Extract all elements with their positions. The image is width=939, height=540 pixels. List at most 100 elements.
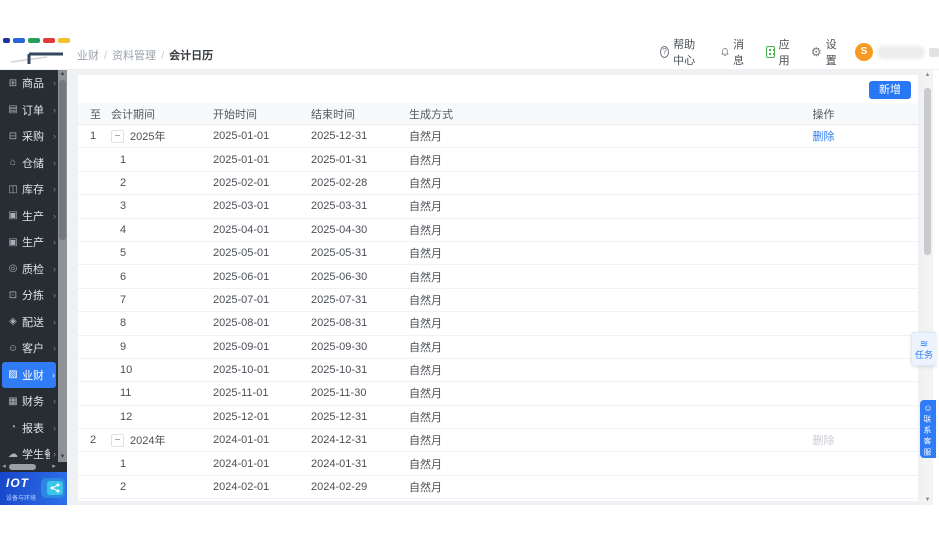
layers-icon: ≋	[919, 338, 929, 350]
help-label: 帮助中心	[673, 39, 696, 67]
cell-end-date: 2024-01-31	[311, 457, 368, 470]
cell-period-text: 1	[120, 457, 127, 470]
sidebar-item-财务[interactable]: ▦ 财务 ›	[0, 388, 58, 415]
chevron-right-icon: ›	[53, 343, 56, 354]
sidebar-item-生产[interactable]: ▣ 生产 ›	[0, 229, 58, 256]
cell-method: 自然月	[409, 201, 442, 214]
sidebar-item-label: 商品	[22, 78, 44, 91]
table-row: 11 2025-11-01 2025-11-30 自然月	[78, 382, 918, 406]
customer-service-tab[interactable]: ☺ 联系客服	[920, 400, 936, 458]
cell-end-date: 2025-09-30	[311, 340, 368, 353]
sidebar-item-仓储[interactable]: ⌂ 仓储 ›	[0, 150, 58, 177]
chevron-right-icon: ›	[53, 237, 56, 248]
col-header-method: 生成方式	[409, 108, 453, 121]
student-meal-icon: ☁	[8, 448, 18, 460]
table-row: 5 2025-05-01 2025-05-31 自然月	[78, 242, 918, 266]
cell-period: 8	[111, 317, 213, 329]
sidebar-item-label: 质检	[22, 263, 44, 276]
sidebar-vscroll-thumb[interactable]	[59, 80, 66, 240]
settings-button[interactable]: ⚙ 设置	[811, 36, 838, 68]
sidebar-item-库存[interactable]: ◫ 库存 ›	[0, 176, 58, 203]
scroll-left-icon[interactable]: ◂	[0, 462, 8, 472]
cell-start-date: 2025-03-01	[213, 200, 270, 213]
cell-period-text: 5	[120, 247, 127, 260]
chevron-right-icon: ›	[53, 263, 56, 274]
scroll-down-icon[interactable]: ▼	[58, 453, 67, 462]
cell-method: 自然月	[409, 177, 442, 190]
table-row: 8 2025-08-01 2025-08-31 自然月	[78, 312, 918, 336]
username-redacted	[877, 45, 925, 59]
sidebar-hscroll-thumb[interactable]	[9, 464, 36, 470]
cell-period-text: 11	[120, 387, 132, 400]
iot-title: IOT	[6, 476, 29, 490]
iot-brand-badge: IOT 设备与环境	[0, 472, 67, 505]
user-account[interactable]: S	[855, 43, 939, 61]
collapse-icon[interactable]	[929, 47, 939, 57]
cell-period-text: 2	[120, 481, 127, 494]
sidebar-item-label: 客户	[22, 343, 44, 356]
sidebar-item-生产[interactable]: ▣ 生产 ›	[0, 203, 58, 230]
apps-button[interactable]: 应用	[765, 36, 794, 68]
chevron-right-icon: ›	[53, 104, 56, 115]
sidebar-item-客户[interactable]: ☺ 客户 ›	[0, 335, 58, 362]
scroll-up-icon[interactable]: ▲	[58, 70, 67, 79]
cell-period-text: 2025年	[130, 131, 166, 144]
cell-index: 1	[90, 130, 97, 143]
avatar[interactable]: S	[855, 43, 873, 61]
cell-start-date: 2025-08-01	[213, 317, 270, 330]
sidebar-item-业财[interactable]: ▨ 业财 ›	[2, 361, 56, 388]
sidebar-item-label: 财务	[22, 396, 44, 409]
scroll-right-icon[interactable]: ▸	[50, 462, 58, 472]
scroll-up-icon[interactable]: ▲	[922, 70, 933, 80]
sidebar-item-label: 业财	[22, 369, 44, 382]
content-card: 新增 至 会计期间 开始时间 结束时间 生成方式 操作 1 − 2025年 20…	[78, 75, 918, 501]
cell-period-text: 2	[120, 176, 127, 189]
table-row: 2 2024-02-01 2024-02-29 自然月	[78, 476, 918, 500]
sidebar-item-质检[interactable]: ◎ 质检 ›	[0, 256, 58, 283]
cell-end-date: 2025-12-31	[311, 130, 368, 143]
sidebar-item-报表[interactable]: ◔ 报表 ›	[0, 415, 58, 442]
breadcrumb-item-current: 会计日历	[169, 50, 214, 62]
sidebar-item-商品[interactable]: ⊞ 商品 ›	[0, 70, 58, 97]
breadcrumb-item-section[interactable]: 资料管理	[112, 50, 156, 62]
task-float-tab[interactable]: ≋ 任务	[911, 332, 936, 366]
collapse-toggle[interactable]: −	[111, 433, 124, 447]
cell-method: 自然月	[409, 248, 442, 261]
cell-start-date: 2025-05-01	[213, 247, 270, 260]
sidebar-item-分拣[interactable]: ⊡ 分拣 ›	[0, 282, 58, 309]
sidebar-item-label: 采购	[22, 131, 44, 144]
breadcrumb-item-module[interactable]: 业财	[77, 50, 99, 62]
main-scroll-thumb[interactable]	[924, 88, 931, 255]
cell-end-date: 2025-05-31	[311, 247, 368, 260]
sidebar-item-配送[interactable]: ◈ 配送 ›	[0, 309, 58, 336]
table-row: 1 − 2025年 2025-01-01 2025-12-31 自然月 删除	[78, 125, 918, 149]
accounting-period-table: 至 会计期间 开始时间 结束时间 生成方式 操作 1 − 2025年 2025-…	[78, 103, 918, 500]
chevron-right-icon: ›	[53, 131, 56, 142]
delete-link[interactable]: 删除	[813, 435, 835, 447]
messages-button[interactable]: 消息	[721, 36, 748, 68]
cell-end-date: 2025-01-31	[311, 153, 368, 166]
cell-method: 自然月	[409, 294, 442, 307]
cell-end-date: 2025-10-31	[311, 364, 368, 377]
production-icon: ▣	[8, 210, 18, 222]
sidebar-menu: ⊞ 商品 › ▤ 订单 › ⊟ 采购 › ⌂ 仓储 › ◫ 库存 › ▣ 生产	[0, 70, 58, 468]
settings-label: 设置	[825, 39, 837, 67]
sorting-icon: ⊡	[8, 289, 18, 301]
add-button[interactable]: 新增	[869, 81, 911, 99]
goods-icon: ⊞	[8, 77, 18, 89]
help-center-button[interactable]: ? 帮助中心	[660, 36, 704, 68]
cell-end-date: 2025-02-28	[311, 176, 368, 189]
cell-period-text: 12	[120, 410, 133, 423]
finance-icon: ▦	[8, 395, 18, 407]
scroll-down-icon[interactable]: ▼	[922, 495, 933, 505]
sidebar-item-采购[interactable]: ⊟ 采购 ›	[0, 123, 58, 150]
chevron-right-icon: ›	[53, 78, 56, 89]
sidebar-horizontal-scrollbar[interactable]: ◂ ▸	[0, 462, 58, 472]
chevron-right-icon: ›	[52, 369, 55, 380]
collapse-toggle[interactable]: −	[111, 129, 124, 143]
table-row: 1 2024-01-01 2024-01-31 自然月	[78, 452, 918, 476]
sidebar-vertical-scrollbar[interactable]: ▲ ▼	[58, 70, 67, 462]
sidebar-item-订单[interactable]: ▤ 订单 ›	[0, 97, 58, 124]
cell-index: 2	[90, 434, 97, 447]
delete-link[interactable]: 删除	[813, 131, 835, 143]
